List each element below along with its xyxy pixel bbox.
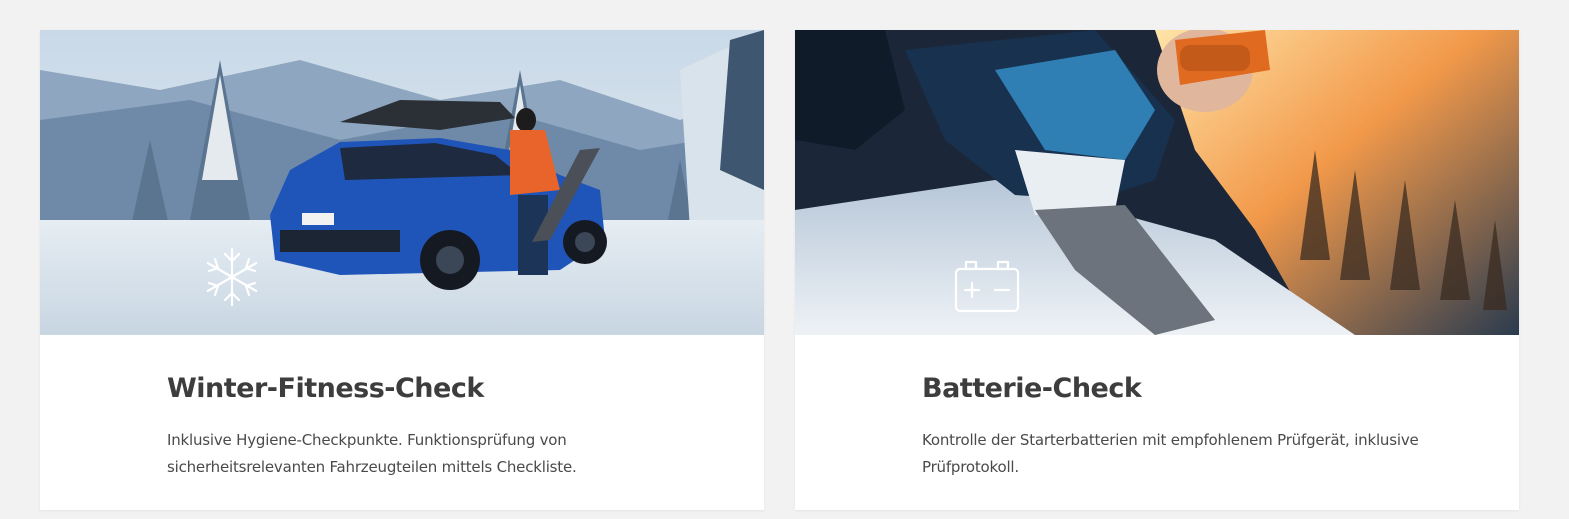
snowy-mountain-car-image (40, 30, 764, 335)
battery-icon (954, 260, 1020, 313)
card-body: Winter-Fitness-Check Inklusive Hygiene-C… (167, 370, 727, 481)
card-description: Inklusive Hygiene-Checkpunkte. Funktions… (167, 431, 577, 476)
card-image (795, 30, 1519, 335)
card-body: Batterie-Check Kontrolle der Starterbatt… (922, 370, 1482, 481)
card-title[interactable]: Winter-Fitness-Check (167, 370, 727, 408)
card-title[interactable]: Batterie-Check (922, 370, 1482, 408)
skier-selfie-image (795, 30, 1519, 335)
snowflake-icon (206, 247, 258, 307)
service-card-winter-fitness[interactable]: Winter-Fitness-Check Inklusive Hygiene-C… (40, 30, 764, 510)
service-card-batterie[interactable]: Batterie-Check Kontrolle der Starterbatt… (795, 30, 1519, 510)
card-description: Kontrolle der Starterbatterien mit empfo… (922, 431, 1419, 476)
card-image (40, 30, 764, 335)
